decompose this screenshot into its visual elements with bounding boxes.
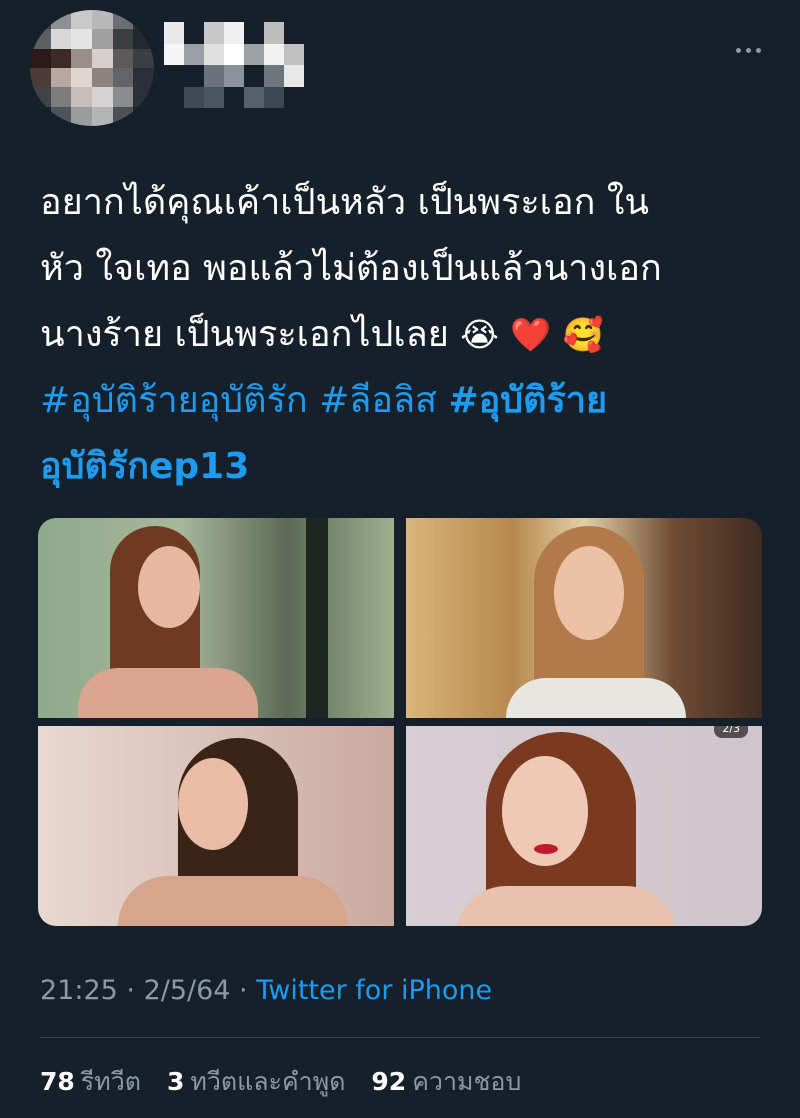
hashtag-line: #อุบัติร้ายอุบัติรัก #ลีอลิส #อุบัติร้าย xyxy=(40,368,770,434)
hashtag-link[interactable]: #อุบัติร้ายอุบัติรัก xyxy=(40,380,308,421)
retweets-count: 78 xyxy=(40,1067,75,1096)
quote-tweets-stat[interactable]: 3 ทวีตและคำพูด xyxy=(167,1067,346,1096)
photo-3[interactable] xyxy=(38,726,394,926)
meta-separator: · xyxy=(230,975,257,1006)
smiling-hearts-emoji: 🥰 xyxy=(562,315,604,354)
quotes-count: 3 xyxy=(166,1067,185,1096)
retweets-stat[interactable]: 78 รีทวีต xyxy=(40,1067,141,1096)
tweet-text: อยากได้คุณเค้าเป็นหลัว เป็นพระเอก ใน หัว… xyxy=(40,170,770,500)
photo-4[interactable]: 2/3 xyxy=(406,726,762,926)
tweet-source-link[interactable]: Twitter for iPhone xyxy=(256,975,492,1006)
tweet-text-line: หัว ใจเทอ พอแล้วไม่ต้องเป็นแล้วนางเอก xyxy=(40,248,662,289)
tweet-time[interactable]: 21:25 xyxy=(40,975,118,1006)
likes-count: 92 xyxy=(371,1067,407,1096)
tweet-text-line: นางร้าย เป็นพระเอกไปเลย 😭 ❤️ 🥰 xyxy=(40,302,770,368)
hashtag-link[interactable]: อุบัติรักep13 xyxy=(40,446,249,487)
tweet-text-segment: นางร้าย เป็นพระเอกไปเลย xyxy=(40,314,449,355)
crying-emoji: 😭 xyxy=(460,315,499,354)
hashtag-line: อุบัติรักep13 xyxy=(40,434,770,500)
likes-stat[interactable]: 92 ความชอบ xyxy=(371,1067,521,1096)
divider xyxy=(40,1037,760,1038)
hashtag-link[interactable]: #ลีอลิส xyxy=(319,380,437,421)
tweet-meta: 21:25 · 2/5/64 · Twitter for iPhone xyxy=(40,975,492,1006)
tweet-stats: 78 รีทวีต 3 ทวีตและคำพูด 92 ความชอบ xyxy=(40,1062,539,1102)
author-name-blurred[interactable] xyxy=(164,22,324,108)
media-grid: 2/3 xyxy=(38,518,762,926)
tweet-text-line: อยากได้คุณเค้าเป็นหลัว เป็นพระเอก ใน xyxy=(40,182,650,223)
quotes-label: ทวีตและคำพูด xyxy=(190,1067,346,1096)
photo-1[interactable] xyxy=(38,518,394,718)
likes-label: ความชอบ xyxy=(412,1067,522,1096)
hashtag-link[interactable]: #อุบัติร้าย xyxy=(448,380,607,421)
meta-separator: · xyxy=(117,975,144,1006)
more-options-icon[interactable] xyxy=(730,40,766,60)
tweet-date[interactable]: 2/5/64 xyxy=(144,975,231,1006)
photo-2[interactable] xyxy=(406,518,762,718)
media-page-badge: 2/3 xyxy=(714,726,748,738)
retweets-label: รีทวีต xyxy=(80,1067,141,1096)
heart-emoji: ❤️ xyxy=(510,315,552,354)
avatar[interactable] xyxy=(30,10,154,126)
